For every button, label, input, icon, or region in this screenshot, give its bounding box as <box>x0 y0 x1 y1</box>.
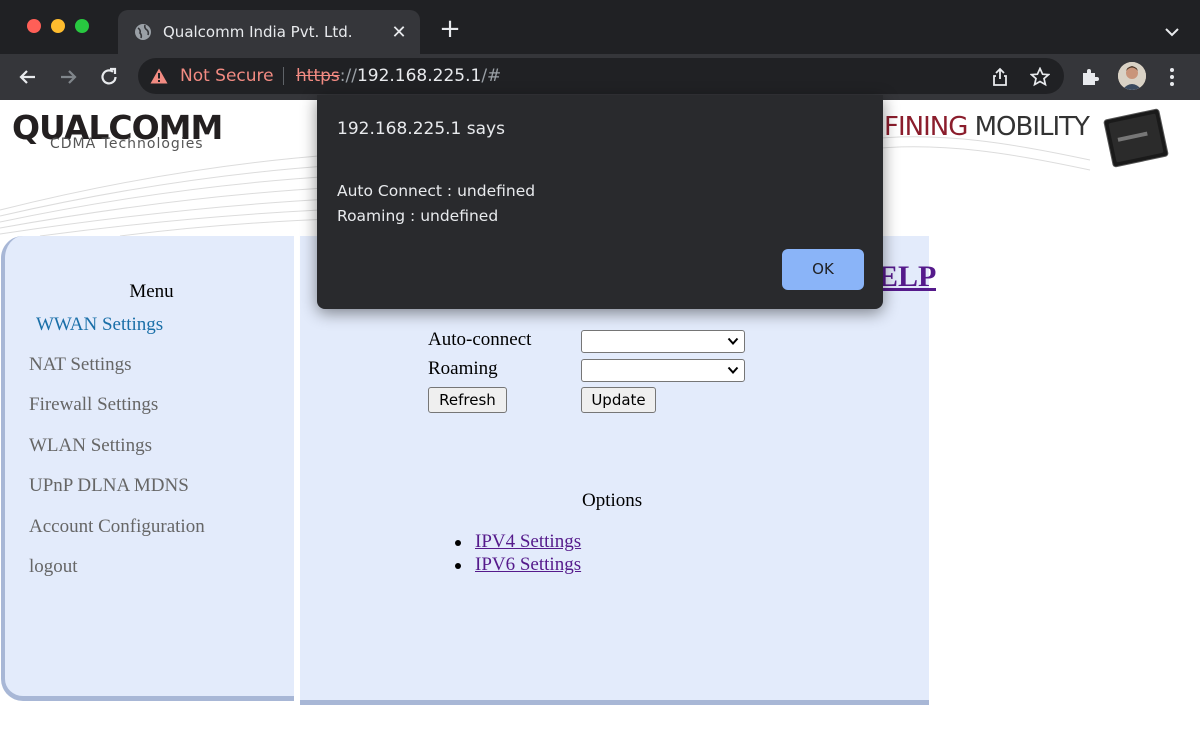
ok-button[interactable]: OK <box>782 249 864 290</box>
globe-icon <box>135 24 151 40</box>
maximize-window-button[interactable] <box>75 19 89 33</box>
url-text[interactable]: https://192.168.225.1/# <box>296 66 501 86</box>
list-bullet <box>455 563 461 569</box>
extensions-puzzle-icon[interactable] <box>1079 65 1103 89</box>
chevron-down-icon <box>727 337 739 345</box>
tagline-part-2: MOBILITY <box>967 112 1090 142</box>
bookmark-star-icon[interactable] <box>1030 67 1050 87</box>
url-separator: :// <box>339 66 357 86</box>
sidebar-menu: Menu WWAN Settings NAT Settings Firewall… <box>1 236 294 701</box>
tab-title: Qualcomm India Pvt. Ltd. <box>163 23 353 41</box>
back-arrow-icon[interactable] <box>15 64 41 90</box>
auto-connect-label: Auto-connect <box>428 329 532 350</box>
sidebar-item-nat-settings[interactable]: NAT Settings <box>29 354 132 376</box>
roaming-select[interactable] <box>581 359 745 382</box>
alert-dialog: 192.168.225.1 says Auto Connect : undefi… <box>317 95 883 309</box>
browser-toolbar: Not Secure https://192.168.225.1/# <box>0 54 1200 100</box>
tagline: FINING MOBILITY <box>884 112 1090 142</box>
chevron-down-icon <box>727 366 739 374</box>
close-window-button[interactable] <box>27 19 41 33</box>
sidebar-item-firewall-settings[interactable]: Firewall Settings <box>29 394 158 416</box>
more-menu-icon[interactable] <box>1160 65 1184 89</box>
share-icon[interactable] <box>990 67 1010 87</box>
help-link[interactable]: ELP <box>878 260 936 294</box>
options-title: Options <box>582 490 643 511</box>
chevron-down-icon[interactable] <box>1160 20 1184 44</box>
auto-connect-select[interactable] <box>581 330 745 353</box>
minimize-window-button[interactable] <box>51 19 65 33</box>
profile-avatar[interactable] <box>1118 62 1146 90</box>
logo-subtitle: CDMA Technologies <box>50 136 204 152</box>
ipv6-settings-link[interactable]: IPV6 Settings <box>475 554 581 576</box>
menu-title: Menu <box>129 281 174 302</box>
roaming-label: Roaming <box>428 358 498 379</box>
sidebar-item-wwan-settings[interactable]: WWAN Settings <box>36 314 163 336</box>
sidebar-item-account-configuration[interactable]: Account Configuration <box>29 516 205 538</box>
dialog-message-line: Roaming : undefined <box>337 207 499 225</box>
sidebar-item-upnp-dlna-mdns[interactable]: UPnP DLNA MDNS <box>29 475 189 497</box>
ipv4-settings-link[interactable]: IPV4 Settings <box>475 531 581 553</box>
not-secure-label[interactable]: Not Secure <box>180 66 274 86</box>
sidebar-item-logout[interactable]: logout <box>29 556 78 578</box>
list-bullet <box>455 540 461 546</box>
browser-tab[interactable]: Qualcomm India Pvt. Ltd. ✕ <box>118 10 420 54</box>
update-button[interactable]: Update <box>581 387 656 413</box>
forward-arrow-icon[interactable] <box>55 64 81 90</box>
dialog-title: 192.168.225.1 says <box>337 119 505 139</box>
url-scheme: https <box>296 66 340 86</box>
browser-title-bar: Qualcomm India Pvt. Ltd. ✕ + <box>0 0 1200 54</box>
profile-picture-icon <box>1118 62 1146 90</box>
omnibox-divider <box>283 67 284 85</box>
reload-icon[interactable] <box>96 64 122 90</box>
sidebar-item-wlan-settings[interactable]: WLAN Settings <box>29 435 152 457</box>
new-tab-button[interactable]: + <box>437 16 463 43</box>
tagline-part-1: FINING <box>884 112 968 142</box>
dialog-message-line: Auto Connect : undefined <box>337 182 536 200</box>
refresh-button[interactable]: Refresh <box>428 387 507 413</box>
address-bar[interactable]: Not Secure https://192.168.225.1/# <box>138 58 1064 94</box>
url-host: 192.168.225.1 <box>356 66 482 86</box>
warning-icon[interactable] <box>150 68 168 84</box>
chip-image <box>1103 108 1169 168</box>
url-path: /# <box>481 66 502 86</box>
tab-close-icon[interactable]: ✕ <box>388 21 410 43</box>
